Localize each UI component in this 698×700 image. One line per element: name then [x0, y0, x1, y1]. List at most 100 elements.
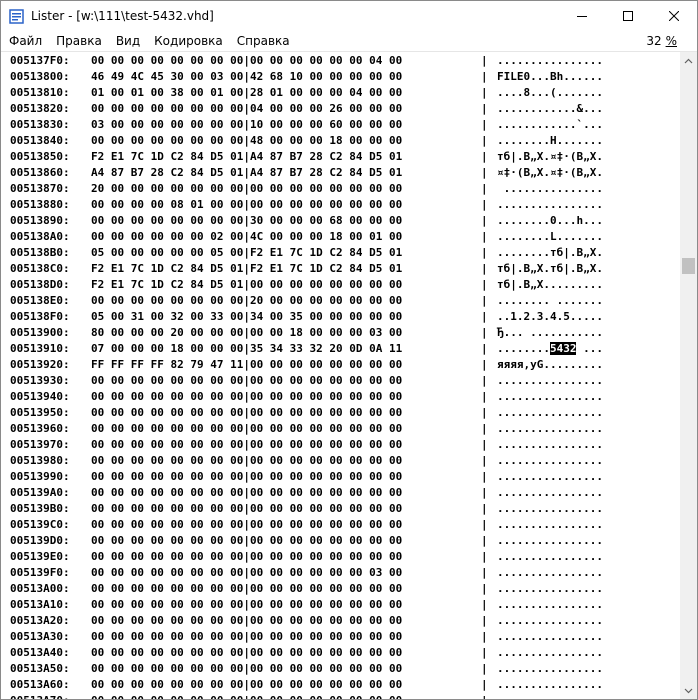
row-ascii: ........ ....... — [497, 294, 603, 307]
row-offset: 00513A30: — [10, 630, 70, 643]
row-hex-bytes: 00 00 00 00 00 00 00 00|00 00 00 00 00 0… — [91, 582, 403, 595]
hex-row: 005138A0: 00 00 00 00 00 00 02 00|4C 00 0… — [1, 229, 681, 245]
row-ascii: ....8...(....... — [497, 86, 603, 99]
hex-row: 00513820: 00 00 00 00 00 00 00 00|04 00 0… — [1, 101, 681, 117]
row-hex-bytes: 20 00 00 00 00 00 00 00|00 00 00 00 00 0… — [91, 182, 403, 195]
chevron-up-icon — [684, 58, 693, 63]
row-hex-bytes: 00 00 00 00 00 00 00 00|00 00 00 00 00 0… — [91, 598, 403, 611]
row-ascii: ................ — [497, 422, 603, 435]
hex-row: 00513840: 00 00 00 00 00 00 00 00|48 00 0… — [1, 133, 681, 149]
zoom-percent[interactable]: % — [666, 31, 677, 51]
column-separator: | — [481, 278, 488, 291]
column-separator: | — [481, 486, 488, 499]
menu-edit[interactable]: Правка — [49, 31, 109, 51]
row-ascii: ............`... — [497, 118, 603, 131]
column-separator: | — [481, 246, 488, 259]
row-offset: 00513970: — [10, 438, 70, 451]
menu-encoding[interactable]: Кодировка — [147, 31, 230, 51]
hex-row: 00513950: 00 00 00 00 00 00 00 00|00 00 0… — [1, 405, 681, 421]
row-hex-bytes: 00 00 00 00 00 00 00 00|00 00 00 00 00 0… — [91, 678, 403, 691]
column-separator: | — [481, 646, 488, 659]
column-separator: | — [481, 358, 488, 371]
hex-row: 005139E0: 00 00 00 00 00 00 00 00|00 00 0… — [1, 549, 681, 565]
row-offset: 005138F0: — [10, 310, 70, 323]
row-offset: 005138E0: — [10, 294, 70, 307]
row-offset: 00513A10: — [10, 598, 70, 611]
row-offset: 00513A00: — [10, 582, 70, 595]
hex-row: 00513810: 01 00 01 00 38 00 01 00|28 01 0… — [1, 85, 681, 101]
row-hex-bytes: 46 49 4C 45 30 00 03 00|42 68 10 00 00 0… — [91, 70, 403, 83]
row-hex-bytes: 00 00 00 00 00 00 00 00|00 00 00 00 00 0… — [91, 566, 403, 579]
hex-row: 00513920: FF FF FF FF 82 79 47 11|00 00 0… — [1, 357, 681, 373]
row-hex-bytes: 05 00 31 00 32 00 33 00|34 00 35 00 00 0… — [91, 310, 403, 323]
hex-row: 005139A0: 00 00 00 00 00 00 00 00|00 00 0… — [1, 485, 681, 501]
column-separator: | — [481, 182, 488, 195]
row-offset: 00513890: — [10, 214, 70, 227]
row-hex-bytes: 03 00 00 00 00 00 00 00|10 00 00 00 60 0… — [91, 118, 403, 131]
row-offset: 00513A50: — [10, 662, 70, 675]
row-ascii: ................ — [497, 454, 603, 467]
row-offset: 005137F0: — [10, 54, 70, 67]
title-bar[interactable]: Lister - [w:\111\test-5432.vhd] — [1, 1, 697, 31]
row-hex-bytes: 00 00 00 00 00 00 00 00|00 00 00 00 00 0… — [91, 693, 402, 699]
row-ascii: ................ — [497, 406, 603, 419]
maximize-button[interactable] — [605, 1, 651, 31]
hex-row: 00513A70: 00 00 00 00 00 00 00 00|00 00 0… — [1, 693, 681, 699]
hex-row: 00513940: 00 00 00 00 00 00 00 00|00 00 0… — [1, 389, 681, 405]
minimize-button[interactable] — [559, 1, 605, 31]
row-hex-bytes: 00 00 00 00 00 00 00 00|00 00 00 00 00 0… — [91, 550, 403, 563]
zoom-indicator[interactable]: 32 % — [646, 31, 677, 51]
row-offset: 00513880: — [10, 198, 70, 211]
lister-app-icon[interactable] — [8, 8, 24, 24]
row-ascii: ................ — [497, 582, 603, 595]
row-ascii: ........0...h... — [497, 214, 603, 227]
row-offset: 00513910: — [10, 342, 70, 355]
row-ascii: ........5432 ... — [497, 341, 603, 357]
row-hex-bytes: 00 00 00 00 00 00 00 00|00 00 00 00 00 0… — [91, 614, 403, 627]
row-offset: 00513860: — [10, 166, 70, 179]
hex-row: 005138B0: 05 00 00 00 00 00 05 00|F2 E1 7… — [1, 245, 681, 261]
ascii-prefix: ........ — [497, 342, 550, 355]
row-offset: 005138D0: — [10, 278, 70, 291]
row-ascii: Ђ... ........... — [497, 326, 603, 339]
column-separator: | — [481, 406, 488, 419]
scroll-up-button[interactable] — [680, 52, 697, 69]
hex-row: 00513910: 07 00 00 00 18 00 00 00|35 34 3… — [1, 341, 681, 357]
search-highlight: 5432 — [549, 342, 577, 355]
row-ascii: ................ — [497, 678, 603, 691]
vertical-scrollbar[interactable] — [680, 52, 697, 699]
row-ascii: ¤‡·(В„Х.¤‡·(В„Х. — [497, 166, 603, 179]
row-offset: 005139A0: — [10, 486, 70, 499]
column-separator: | — [481, 54, 488, 67]
row-hex-bytes: 00 00 00 00 00 00 00 00|30 00 00 00 68 0… — [91, 214, 403, 227]
row-offset: 00513940: — [10, 390, 70, 403]
row-ascii: тб|.В„Х.тб|.В„Х. — [497, 262, 603, 275]
close-icon — [669, 11, 679, 21]
hex-row: 00513830: 03 00 00 00 00 00 00 00|10 00 0… — [1, 117, 681, 133]
scroll-thumb[interactable] — [682, 258, 695, 274]
menu-view[interactable]: Вид — [109, 31, 147, 51]
hex-view[interactable]: 005137F0: 00 00 00 00 00 00 00 00|00 00 0… — [1, 52, 681, 699]
row-hex-bytes: 00 00 00 00 00 00 00 00|00 00 00 00 00 0… — [91, 486, 403, 499]
row-ascii: ................ — [497, 550, 603, 563]
row-offset: 00513990: — [10, 470, 70, 483]
scroll-down-button[interactable] — [680, 682, 697, 699]
column-separator: | — [481, 294, 488, 307]
menu-help[interactable]: Справка — [230, 31, 297, 51]
row-hex-bytes: 00 00 00 00 00 00 00 00|00 00 00 00 00 0… — [91, 454, 403, 467]
row-hex-bytes: F2 E1 7C 1D C2 84 D5 01|A4 87 B7 28 C2 8… — [91, 150, 403, 163]
chevron-down-icon — [684, 688, 693, 693]
column-separator: | — [481, 566, 488, 579]
row-hex-bytes: 00 00 00 00 00 00 00 00|04 00 00 00 26 0… — [91, 102, 403, 115]
row-ascii: ................ — [497, 630, 603, 643]
row-offset: 00513810: — [10, 86, 70, 99]
row-offset: 005139D0: — [10, 534, 70, 547]
row-hex-bytes: 00 00 00 00 00 00 00 00|00 00 00 00 00 0… — [91, 518, 403, 531]
column-separator: | — [481, 166, 488, 179]
column-separator: | — [481, 150, 488, 163]
row-ascii: ................ — [497, 470, 603, 483]
menu-file[interactable]: Файл — [1, 31, 49, 51]
row-hex-bytes: 00 00 00 00 00 00 00 00|00 00 00 00 00 0… — [91, 470, 403, 483]
hex-row: 005139C0: 00 00 00 00 00 00 00 00|00 00 0… — [1, 517, 681, 533]
close-button[interactable] — [651, 1, 697, 31]
